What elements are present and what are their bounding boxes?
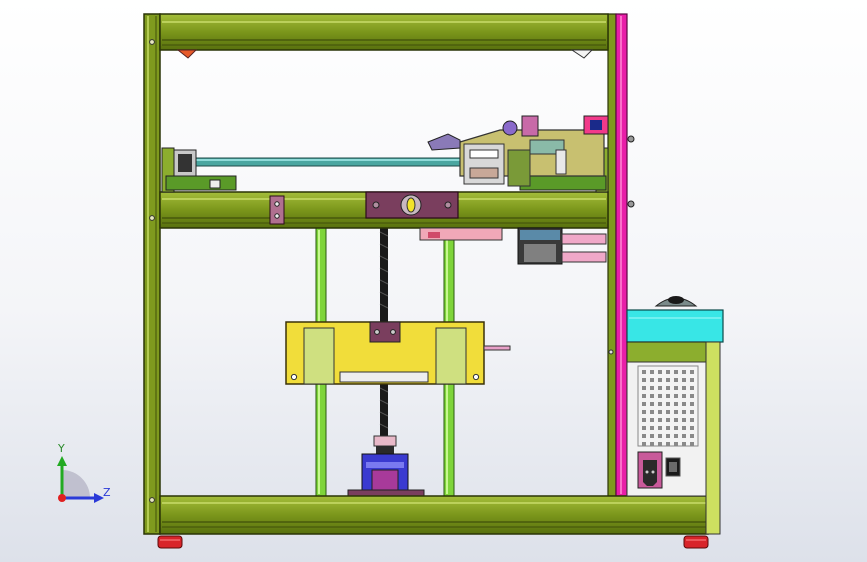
axis-label-y: Y	[58, 442, 65, 455]
extruder-motor	[517, 227, 607, 265]
print-head-carriage	[427, 115, 609, 187]
left-pulley-assembly	[161, 147, 237, 193]
rocker-switch-icon[interactable]	[665, 457, 681, 477]
axis-label-z: Z	[103, 486, 111, 499]
foot-left	[157, 535, 183, 549]
foot-right	[683, 535, 709, 549]
top-left-bracket	[176, 49, 198, 59]
hotend-under-bar	[419, 227, 503, 241]
right-upright	[607, 13, 617, 497]
small-clamp-left	[269, 195, 285, 225]
cad-viewport[interactable]	[0, 0, 867, 562]
power-socket-icon	[637, 451, 663, 489]
bottom-crossbar	[159, 495, 709, 535]
pink-side-frame	[615, 13, 628, 497]
lead-screw-nut-clamp	[365, 191, 459, 219]
top-right-bracket	[570, 49, 594, 59]
triad-icon	[57, 456, 104, 503]
top-crossbar	[159, 13, 609, 51]
left-upright	[143, 13, 161, 535]
z-motor-coupler	[347, 435, 425, 497]
z-carriage	[285, 321, 511, 385]
